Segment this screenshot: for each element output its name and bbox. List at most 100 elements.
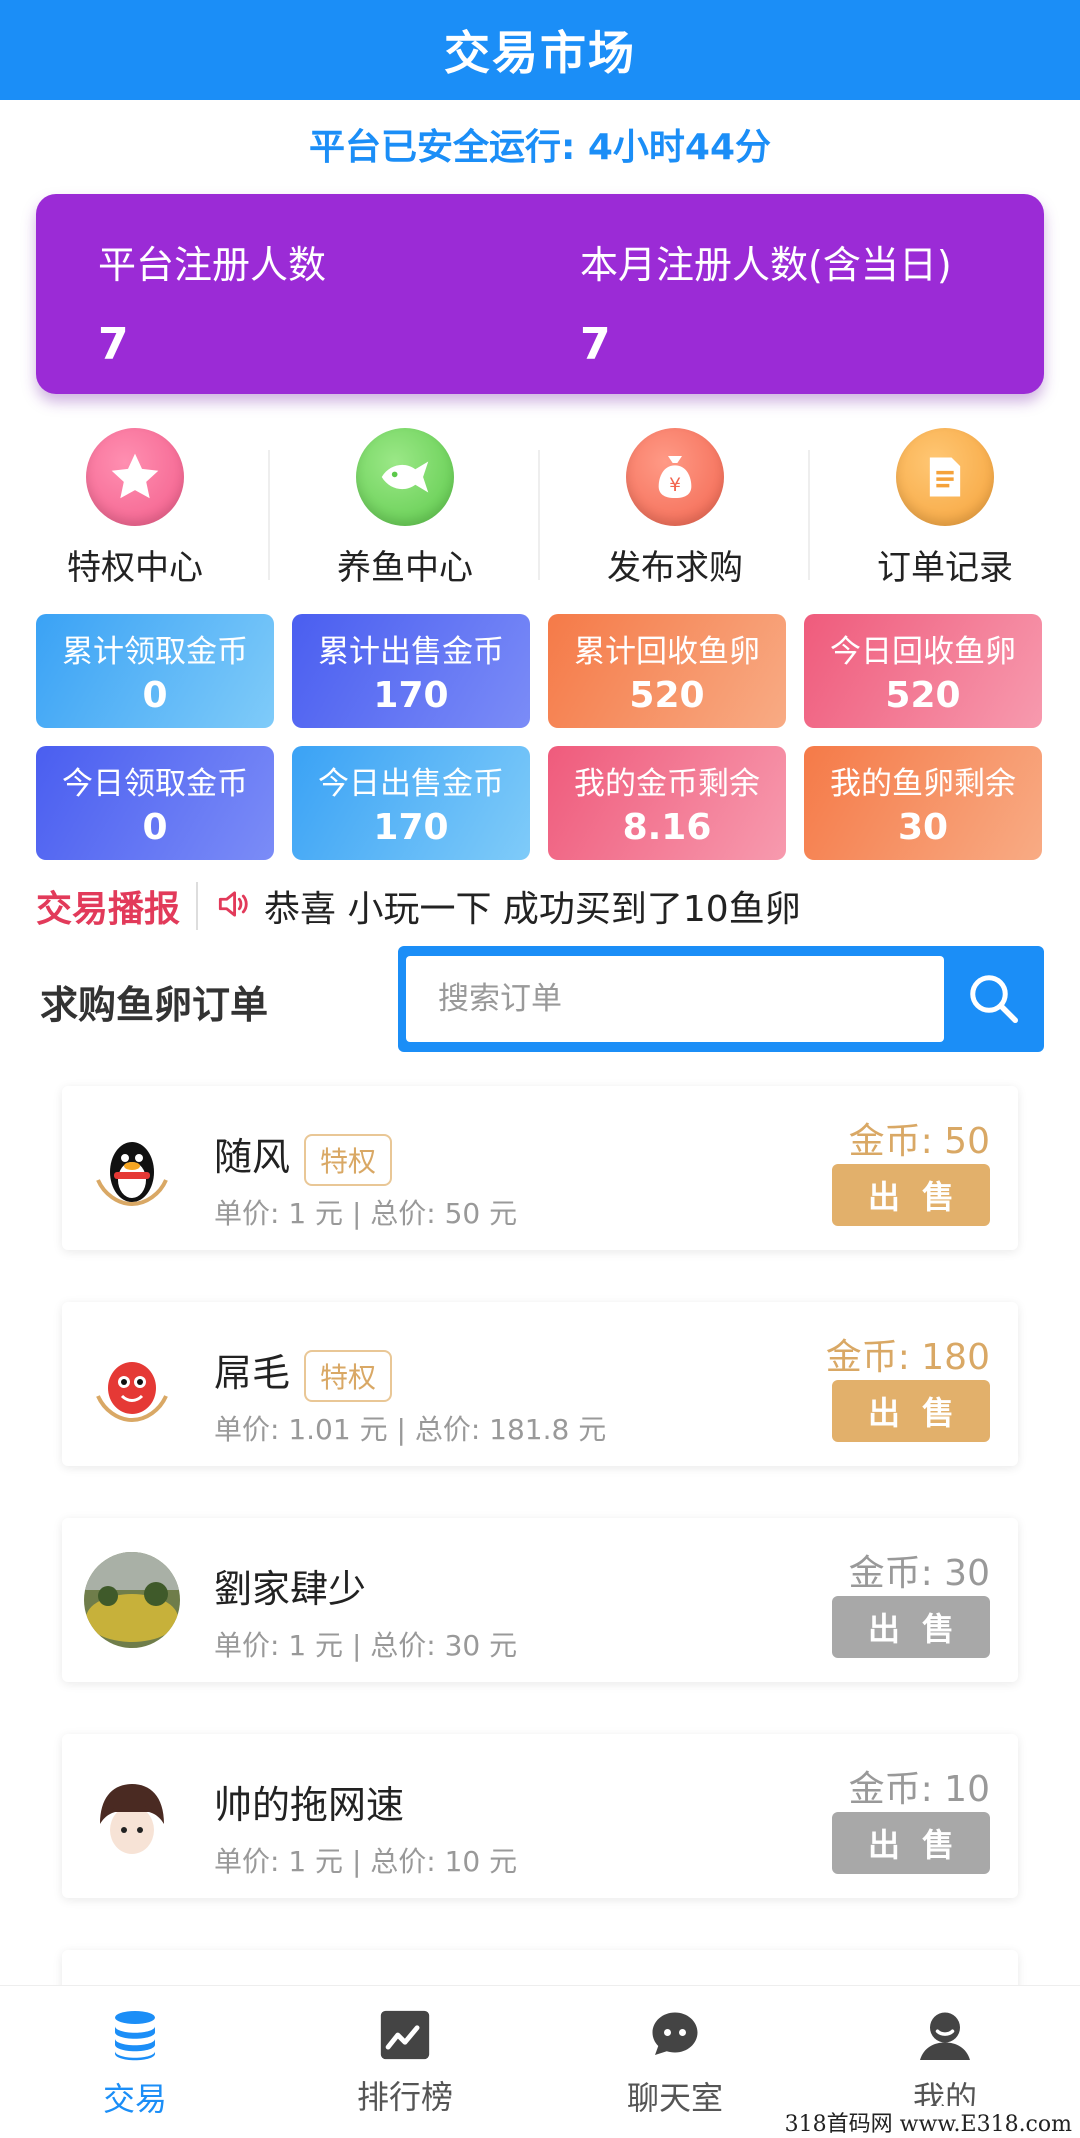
divider xyxy=(196,882,199,930)
menu-item-post-request[interactable]: ¥ 发布求购 xyxy=(540,428,810,598)
order-price: 单价: 1 元 | 总价: 10 元 xyxy=(214,1845,518,1878)
search-button[interactable] xyxy=(944,946,1044,1052)
order-user: 屌毛 特权 xyxy=(214,1342,393,1402)
svg-text:¥: ¥ xyxy=(669,475,681,496)
feature-menu: 特权中心 养鱼中心 ¥ 发布求购 订单记录 xyxy=(0,428,1080,598)
broadcast-title: 交易播报 xyxy=(36,889,181,930)
tab-label: 聊天室 xyxy=(626,2079,723,2117)
user-name: 劉家肆少 xyxy=(214,1567,367,1611)
tile-my-coins-remaining[interactable]: 我的金币剩余 8.16 xyxy=(548,746,786,860)
chat-bubble-icon xyxy=(652,2012,698,2055)
order-price: 单价: 1 元 | 总价: 30 元 xyxy=(214,1629,518,1662)
stat-registered-month: 本月注册人数(含当日) 7 xyxy=(580,234,952,370)
order-card: 屌毛 特权 单价: 1.01 元 | 总价: 181.8 元 金币: 180 出售 xyxy=(62,1302,1018,1466)
tile-label: 我的金币剩余 xyxy=(574,766,760,802)
stat-tiles: 累计领取金币 0 累计出售金币 170 累计回收鱼卵 520 今日回收鱼卵 520 今日… xyxy=(36,614,1044,860)
tile-label: 今日回收鱼卵 xyxy=(830,634,1016,670)
user-name: 屌毛 xyxy=(214,1351,291,1395)
privilege-badge: 特权 xyxy=(304,1349,393,1402)
search-icon xyxy=(970,975,1018,1023)
tile-value: 8.16 xyxy=(622,807,712,848)
order-user: 帅的拖网速 xyxy=(214,1774,404,1829)
stat-value: 7 xyxy=(98,319,129,370)
avatar xyxy=(84,1768,180,1864)
privilege-badge: 特权 xyxy=(304,1133,393,1186)
star-icon xyxy=(86,428,184,526)
tile-value: 170 xyxy=(373,807,449,848)
coin-stack-icon xyxy=(115,2011,155,2061)
tile-value: 520 xyxy=(885,675,961,716)
order-card: 帅的拖网速 单价: 1 元 | 总价: 10 元 金币: 10 出售 xyxy=(62,1734,1018,1898)
speaker-icon xyxy=(214,885,252,927)
trend-chart-icon xyxy=(380,2010,430,2060)
search-box xyxy=(398,946,1044,1052)
tile-value: 0 xyxy=(142,807,168,848)
order-price: 单价: 1 元 | 总价: 50 元 xyxy=(214,1197,518,1230)
tile-today-sold-coins[interactable]: 今日出售金币 170 xyxy=(292,746,530,860)
tile-my-roe-remaining[interactable]: 我的鱼卵剩余 30 xyxy=(804,746,1042,860)
tile-value: 170 xyxy=(373,675,449,716)
sell-button[interactable]: 出售 xyxy=(832,1596,990,1658)
menu-item-order-records[interactable]: 订单记录 xyxy=(810,428,1080,598)
broadcast-message: 恭喜 小玩一下 成功买到了10鱼卵 xyxy=(264,889,801,930)
order-card: 劉家肆少 单价: 1 元 | 总价: 30 元 金币: 30 出售 xyxy=(62,1518,1018,1682)
tile-label: 累计领取金币 xyxy=(62,634,248,670)
menu-item-fish-center[interactable]: 养鱼中心 xyxy=(270,428,540,598)
tile-label: 累计出售金币 xyxy=(318,634,504,670)
tile-value: 30 xyxy=(897,807,949,848)
stats-card: 平台注册人数 7 本月注册人数(含当日) 7 xyxy=(36,194,1044,394)
app-header: 交易市场 xyxy=(0,0,1080,100)
tile-value: 0 xyxy=(142,675,168,716)
order-user: 劉家肆少 xyxy=(214,1558,366,1613)
avatar xyxy=(84,1120,180,1216)
order-user: 随风 特权 xyxy=(214,1126,393,1186)
tab-chatroom[interactable]: 聊天室 xyxy=(540,1986,810,2138)
watermark: 318首码网 www.E318.com xyxy=(780,2106,1076,2138)
tab-ranking[interactable]: 排行榜 xyxy=(270,1986,540,2138)
avatar xyxy=(84,1552,180,1648)
section-title: 求购鱼卵订单 xyxy=(40,983,269,1027)
document-icon xyxy=(896,428,994,526)
order-card: 随风 特权 单价: 1 元 | 总价: 50 元 金币: 50 出售 xyxy=(62,1086,1018,1250)
avatar xyxy=(84,1336,180,1432)
tile-label: 我的鱼卵剩余 xyxy=(830,766,1016,802)
order-coins: 金币: 180 xyxy=(825,1337,990,1378)
search-input[interactable] xyxy=(406,956,944,1042)
tile-total-recycled-roe[interactable]: 累计回收鱼卵 520 xyxy=(548,614,786,728)
user-icon xyxy=(920,2012,970,2060)
tile-label: 今日领取金币 xyxy=(62,766,248,802)
page-title: 交易市场 xyxy=(444,26,636,80)
sell-button[interactable]: 出售 xyxy=(832,1812,990,1874)
menu-label: 订单记录 xyxy=(877,548,1013,588)
sell-button[interactable]: 出售 xyxy=(832,1164,990,1226)
tile-total-sold-coins[interactable]: 累计出售金币 170 xyxy=(292,614,530,728)
user-name: 帅的拖网速 xyxy=(214,1783,405,1827)
stat-registered-total: 平台注册人数 7 xyxy=(98,234,326,370)
tile-today-recycled-roe[interactable]: 今日回收鱼卵 520 xyxy=(804,614,1042,728)
fish-icon xyxy=(356,428,454,526)
order-price: 单价: 1.01 元 | 总价: 181.8 元 xyxy=(214,1413,607,1446)
tile-label: 累计回收鱼卵 xyxy=(574,634,760,670)
tile-value: 520 xyxy=(629,675,705,716)
order-coins: 金币: 30 xyxy=(848,1553,990,1594)
trade-broadcast: 交易播报 恭喜 小玩一下 成功买到了10鱼卵 xyxy=(36,880,1044,932)
tab-trade[interactable]: 交易 xyxy=(0,1986,270,2138)
search-row: 求购鱼卵订单 xyxy=(36,944,1044,1052)
stat-value: 7 xyxy=(580,319,611,370)
tab-label: 交易 xyxy=(102,2080,167,2118)
tile-today-claimed-coins[interactable]: 今日领取金币 0 xyxy=(36,746,274,860)
stat-label: 平台注册人数 xyxy=(98,243,327,287)
menu-label: 养鱼中心 xyxy=(337,548,473,588)
sell-button[interactable]: 出售 xyxy=(832,1380,990,1442)
money-bag-icon: ¥ xyxy=(626,428,724,526)
stat-label: 本月注册人数(含当日) xyxy=(580,243,952,287)
tile-total-claimed-coins[interactable]: 累计领取金币 0 xyxy=(36,614,274,728)
uptime-text: 平台已安全运行: 4小时44分 xyxy=(308,127,772,168)
menu-label: 发布求购 xyxy=(607,548,743,588)
order-list: 随风 特权 单价: 1 元 | 总价: 50 元 金币: 50 出售 屌毛 特权 单… xyxy=(62,1086,1018,2010)
order-coins: 金币: 10 xyxy=(848,1769,990,1810)
order-coins: 金币: 50 xyxy=(848,1121,990,1162)
menu-label: 特权中心 xyxy=(67,548,203,588)
menu-item-privilege-center[interactable]: 特权中心 xyxy=(0,428,270,598)
tab-label: 排行榜 xyxy=(356,2078,453,2116)
